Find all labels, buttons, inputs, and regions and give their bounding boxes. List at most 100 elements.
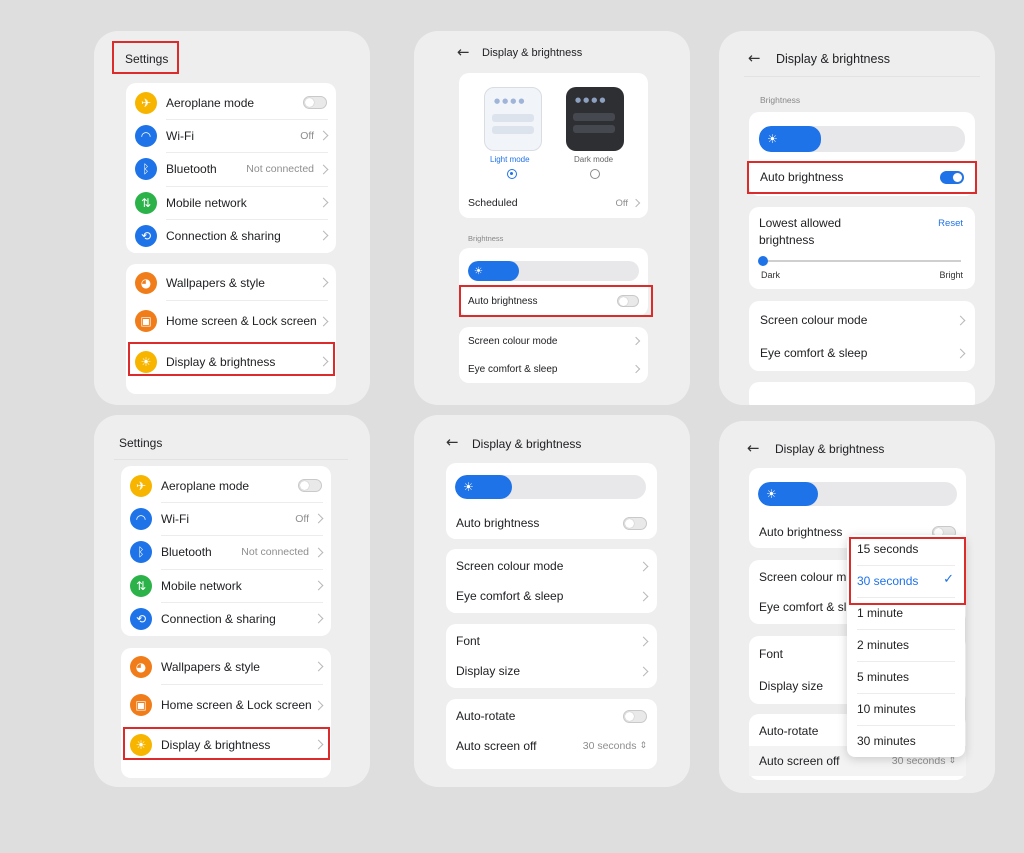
dark-mode-radio[interactable] (590, 169, 600, 179)
back-arrow-icon[interactable]: ← (748, 49, 761, 67)
highlight-box (112, 41, 179, 74)
chevron-right-icon (955, 315, 966, 325)
divider (161, 684, 323, 685)
back-arrow-icon[interactable]: ← (446, 433, 459, 451)
scheduled-label: Scheduled (468, 197, 518, 209)
option-10-minutes[interactable]: 10 minutes (857, 702, 955, 716)
option-30-minutes[interactable]: 30 minutes (857, 734, 955, 748)
back-arrow-icon[interactable]: ← (457, 43, 470, 61)
mobile-network-row[interactable]: ⇅ Mobile network (126, 186, 336, 219)
connection-sharing-row[interactable]: ⟲ Connection & sharing (126, 219, 336, 252)
phone-settings-1: Settings ✈ Aeroplane mode ◠ Wi-Fi Off ᛒ … (94, 31, 370, 405)
reset-button[interactable]: Reset (938, 218, 963, 229)
auto-rotate-row[interactable]: Auto-rotate (446, 701, 657, 731)
preview-line (573, 113, 615, 121)
connection-sharing-row[interactable]: ⟲ Connection & sharing (121, 602, 331, 635)
highlight-box (849, 537, 966, 605)
divider (857, 629, 955, 630)
home-lock-screen-row[interactable]: ▣ Home screen & Lock screen (126, 302, 336, 340)
scheduled-row[interactable]: Scheduled Off (459, 191, 648, 215)
phone-display-2: ← Display & brightness Brightness ☀ Auto… (719, 31, 995, 405)
screen-colour-mode-label: Screen colour mode (760, 313, 868, 327)
bluetooth-row[interactable]: ᛒ Bluetooth Not connected (126, 152, 336, 186)
wallpapers-style-label: Wallpapers & style (161, 659, 260, 674)
aeroplane-icon: ✈ (135, 91, 157, 114)
wallpapers-style-row[interactable]: ◕ Wallpapers & style (126, 266, 336, 299)
aeroplane-mode-toggle[interactable] (298, 479, 322, 492)
wallpapers-style-row[interactable]: ◕ Wallpapers & style (121, 650, 331, 683)
auto-brightness-row[interactable]: Auto brightness (446, 509, 657, 537)
dark-mode-label: Dark mode (574, 155, 614, 164)
option-2-minutes[interactable]: 2 minutes (857, 638, 955, 652)
brightness-slider-fill: ☀ (758, 482, 818, 506)
chevron-right-icon (313, 613, 324, 624)
mobile-network-label: Mobile network (166, 195, 247, 210)
wifi-icon: ◠ (135, 124, 157, 147)
back-arrow-icon[interactable]: ← (747, 439, 760, 457)
auto-brightness-label: Auto brightness (456, 516, 540, 530)
divider (166, 300, 328, 301)
brightness-slider[interactable]: ☀ (455, 475, 646, 499)
eye-comfort-row[interactable]: Eye comfort & sleep (749, 336, 975, 370)
bluetooth-value: Not connected (241, 546, 309, 558)
eye-comfort-row[interactable]: Eye comfort & sleep (459, 355, 648, 383)
aeroplane-mode-label: Aeroplane mode (166, 95, 255, 110)
highlight-box (747, 161, 977, 194)
brightness-card: ☀ Auto brightness (446, 463, 657, 539)
preview-dots: ●●●● (575, 96, 608, 104)
brightness-slider[interactable]: ☀ (468, 261, 639, 281)
option-1-minute[interactable]: 1 minute (857, 606, 955, 620)
display-size-label: Display size (456, 664, 521, 678)
light-mode-label: Light mode (490, 155, 530, 164)
theme-card: ●●●● ●●●● Light mode Dark mode Scheduled… (459, 73, 648, 218)
slider-handle[interactable] (758, 256, 768, 266)
updown-arrow-icon: ⇕ (948, 756, 956, 766)
wifi-value: Off (295, 512, 309, 525)
brightness-slider[interactable]: ☀ (759, 126, 965, 152)
connection-sharing-icon: ⟲ (135, 224, 157, 247)
screen-colour-mode-row[interactable]: Screen colour mode (749, 303, 975, 337)
divider (857, 725, 955, 726)
aeroplane-mode-row[interactable]: ✈ Aeroplane mode (121, 469, 331, 502)
lowest-brightness-slider[interactable] (758, 256, 961, 266)
font-row[interactable]: Font (446, 626, 657, 656)
aeroplane-icon: ✈ (130, 474, 152, 497)
eye-comfort-label: Eye comfort & sleep (456, 589, 564, 603)
wifi-row[interactable]: ◠ Wi-Fi Off (121, 502, 331, 535)
auto-brightness-toggle[interactable] (623, 516, 647, 530)
mobile-network-icon: ⇅ (135, 191, 157, 214)
page-title: Settings (119, 436, 163, 450)
option-5-minutes[interactable]: 5 minutes (857, 670, 955, 684)
aeroplane-mode-toggle[interactable] (303, 96, 327, 109)
page-title: Display & brightness (472, 437, 582, 451)
auto-screen-off-row[interactable]: Auto screen off 30 seconds ⇕ (446, 731, 657, 761)
highlight-box (459, 285, 653, 317)
brightness-slider-fill: ☀ (468, 261, 520, 281)
screen-colour-mode-row[interactable]: Screen colour mode (446, 551, 657, 581)
dark-label: Dark (761, 270, 781, 280)
home-lock-screen-row[interactable]: ▣ Home screen & Lock screen (121, 686, 331, 724)
display-size-row[interactable]: Display size (446, 656, 657, 686)
header-divider (744, 76, 980, 77)
dark-mode-preview[interactable]: ●●●● (566, 87, 624, 151)
page-title: Display & brightness (482, 47, 583, 59)
mobile-network-row[interactable]: ⇅ Mobile network (121, 569, 331, 602)
light-mode-radio[interactable] (507, 169, 517, 179)
chevron-right-icon (638, 636, 649, 646)
aeroplane-mode-row[interactable]: ✈ Aeroplane mode (126, 86, 336, 119)
chevron-right-icon (631, 364, 641, 374)
screen-colour-mode-label: Screen colour mode (468, 335, 558, 347)
chevron-right-icon (313, 700, 324, 710)
brightness-slider[interactable]: ☀ (758, 482, 957, 506)
chevron-right-icon (318, 316, 329, 326)
wifi-icon: ◠ (130, 507, 152, 530)
eye-comfort-label: Eye comfort & sleep (760, 346, 868, 360)
eye-comfort-label: Eye comfort & sleep (468, 363, 558, 375)
eye-comfort-row[interactable]: Eye comfort & sleep (446, 581, 657, 611)
light-mode-preview[interactable]: ●●●● (484, 87, 542, 151)
wifi-label: Wi-Fi (166, 128, 194, 143)
auto-rotate-toggle[interactable] (623, 709, 647, 723)
screen-colour-mode-row[interactable]: Screen colour mode (459, 327, 648, 355)
wifi-row[interactable]: ◠ Wi-Fi Off (126, 119, 336, 152)
bluetooth-row[interactable]: ᛒ Bluetooth Not connected (121, 535, 331, 569)
